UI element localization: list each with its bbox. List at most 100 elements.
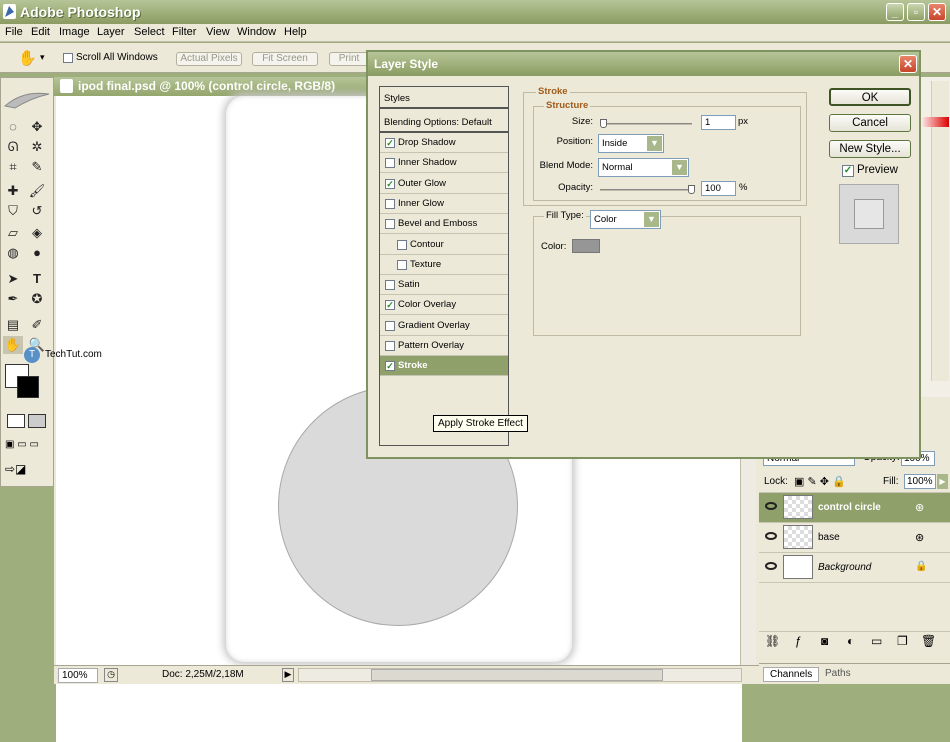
menu-filter[interactable]: Filter [172, 26, 196, 38]
cancel-button[interactable]: Cancel [829, 114, 911, 132]
add-layer-style-icon[interactable]: ƒ [795, 634, 802, 648]
style-item-outer-glow[interactable]: ✓ Outer Glow [380, 174, 508, 194]
style-item-contour[interactable]: Contour [380, 235, 508, 255]
tool-preset-dropdown-icon[interactable]: ▾ [40, 52, 45, 63]
opacity-field[interactable]: 100 [701, 181, 736, 196]
status-menu-arrow-icon[interactable]: ▶ [282, 668, 294, 682]
style-item-stroke[interactable]: ✓ Stroke [380, 356, 508, 377]
style-checkbox[interactable]: ✓ [385, 178, 395, 189]
layer-effects-icon[interactable]: ⊛ [915, 501, 924, 514]
visibility-eye-icon[interactable] [765, 502, 777, 510]
minimize-button[interactable]: _ [886, 3, 904, 21]
restore-button[interactable]: ▫ [907, 3, 925, 21]
tab-paths[interactable]: Paths [825, 668, 851, 679]
blending-options-item[interactable]: Blending Options: Default [380, 111, 508, 133]
screen-mode-icons[interactable]: ▣ ▭ ▭ [5, 439, 49, 453]
magic-wand-icon[interactable]: ✲ [27, 138, 47, 156]
opacity-slider-thumb[interactable] [688, 185, 695, 194]
eraser-tool-icon[interactable]: ▱ [3, 224, 23, 242]
dialog-close-button[interactable]: ✕ [899, 55, 917, 73]
close-app-button[interactable]: ✕ [928, 3, 946, 21]
hand-tool-selected-icon[interactable]: ✋ [3, 336, 23, 354]
layers-footer-icons[interactable]: ⛓ ƒ ◙ ◐ ▭ ❐ 🗑 [759, 631, 950, 651]
position-select[interactable]: Inside ▼ [598, 134, 664, 153]
fill-type-select[interactable]: Color ▼ [590, 210, 661, 229]
chevron-down-icon[interactable]: ▼ [647, 136, 662, 151]
menu-layer[interactable]: Layer [97, 26, 125, 38]
menu-select[interactable]: Select [134, 26, 165, 38]
layer-row-base[interactable]: base ⊛ [759, 523, 950, 553]
styles-header[interactable]: Styles [380, 87, 508, 109]
style-checkbox[interactable] [385, 320, 395, 331]
style-item-drop-shadow[interactable]: ✓ Drop Shadow [380, 133, 508, 153]
style-checkbox[interactable] [385, 341, 395, 351]
delete-layer-icon[interactable]: 🗑 [921, 634, 936, 648]
layer-row-background[interactable]: Background 🔒 [759, 553, 950, 583]
menu-image[interactable]: Image [59, 26, 90, 38]
style-checkbox[interactable] [397, 239, 407, 250]
menu-window[interactable]: Window [237, 26, 276, 38]
lasso-tool-icon[interactable]: ᘏ [3, 138, 23, 156]
layer-fill-field[interactable]: 100% [904, 474, 936, 489]
adjustment-layer-icon[interactable]: ◐ [847, 634, 854, 648]
horizontal-scroll-thumb[interactable] [371, 669, 663, 681]
style-item-color-overlay[interactable]: ✓ Color Overlay [380, 295, 508, 316]
status-options-icon[interactable]: ◷ [104, 668, 118, 682]
style-item-inner-glow[interactable]: Inner Glow [380, 194, 508, 214]
dodge-tool-icon[interactable]: ● [27, 244, 47, 262]
style-checkbox[interactable] [385, 219, 395, 230]
background-color-swatch[interactable] [17, 376, 39, 398]
path-selection-icon[interactable]: ➤ [3, 270, 23, 288]
lock-icons[interactable]: ▣ ✎ ✥ 🔒 [794, 475, 846, 488]
style-checkbox[interactable] [385, 280, 395, 291]
ok-button[interactable]: OK [829, 88, 911, 106]
color-ramp[interactable] [919, 117, 949, 127]
horizontal-scrollbar[interactable] [298, 668, 742, 682]
style-item-inner-shadow[interactable]: Inner Shadow [380, 153, 508, 174]
style-item-gradient-overlay[interactable]: Gradient Overlay [380, 316, 508, 336]
history-brush-icon[interactable]: ↺ [27, 202, 47, 220]
layer-name[interactable]: base [818, 532, 840, 543]
fit-screen-button[interactable]: Fit Screen [252, 52, 318, 66]
standard-mode-icon[interactable] [7, 414, 25, 428]
hand-tool-icon[interactable]: ✋ [18, 49, 37, 67]
layer-effects-icon[interactable]: ⊛ [915, 531, 924, 544]
add-mask-icon[interactable]: ◙ [821, 634, 828, 648]
size-slider-thumb[interactable] [600, 119, 607, 128]
crop-tool-icon[interactable]: ⌗ [3, 158, 23, 176]
opacity-slider[interactable] [600, 185, 695, 194]
blur-tool-icon[interactable]: ◍ [3, 244, 23, 262]
pen-tool-icon[interactable]: ✒ [3, 290, 23, 308]
type-tool-icon[interactable]: T [27, 270, 47, 288]
quick-mask-icon[interactable] [28, 414, 46, 428]
jump-to-imageready-icon[interactable]: ⇨◪ [5, 462, 45, 478]
style-checkbox[interactable]: ✓ [385, 361, 395, 372]
scroll-all-windows-checkbox[interactable] [63, 53, 73, 63]
menu-help[interactable]: Help [284, 26, 307, 38]
menu-view[interactable]: View [206, 26, 230, 38]
style-item-satin[interactable]: Satin [380, 275, 508, 296]
style-checkbox[interactable]: ✓ [385, 300, 395, 311]
blend-mode-select[interactable]: Normal ▼ [598, 158, 689, 177]
link-layers-icon[interactable]: ⛓ [765, 634, 780, 648]
notes-tool-icon[interactable]: ▤ [3, 316, 23, 334]
menu-file[interactable]: File [5, 26, 23, 38]
healing-brush-icon[interactable]: ✚ [3, 182, 23, 200]
size-slider[interactable] [600, 119, 692, 128]
slice-tool-icon[interactable]: ✎ [27, 158, 47, 176]
style-checkbox[interactable] [385, 158, 395, 169]
new-layer-icon[interactable]: ❐ [897, 634, 908, 648]
zoom-field[interactable]: 100% [58, 668, 98, 683]
actual-pixels-button[interactable]: Actual Pixels [176, 52, 242, 66]
print-size-button[interactable]: Print [329, 52, 369, 66]
paint-bucket-icon[interactable]: ◈ [27, 224, 47, 242]
marquee-tool-icon[interactable]: ◌ [3, 118, 23, 136]
style-checkbox[interactable] [385, 198, 395, 209]
layer-name[interactable]: Background [818, 562, 871, 573]
clone-stamp-icon[interactable]: ⛉ [3, 202, 23, 220]
move-tool-icon[interactable]: ✥ [27, 118, 47, 136]
tab-channels[interactable]: Channels [763, 667, 820, 682]
shape-tool-icon[interactable]: ✪ [27, 290, 47, 308]
new-group-icon[interactable]: ▭ [871, 634, 882, 648]
brush-tool-icon[interactable]: 🖌 [27, 182, 47, 200]
